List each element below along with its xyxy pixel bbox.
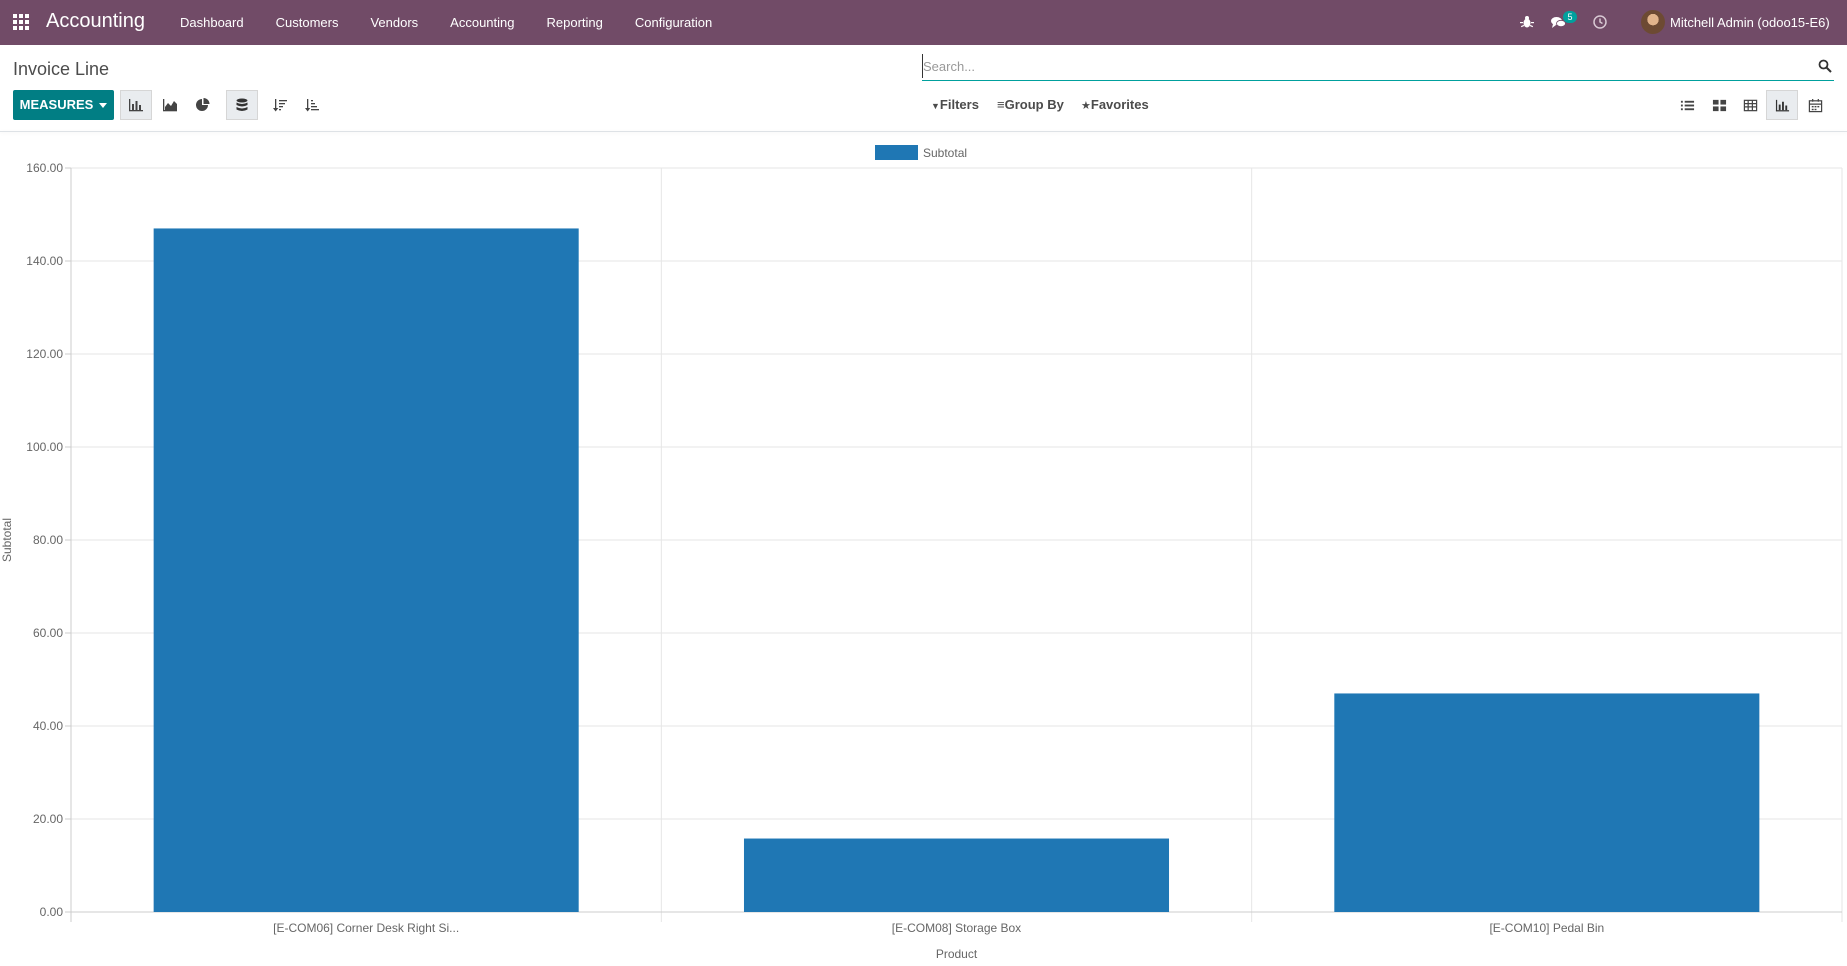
stacked-button[interactable] <box>226 90 258 120</box>
bar-1 <box>153 228 579 912</box>
measures-label: MEASURES <box>19 97 94 112</box>
menu-accounting[interactable]: Accounting <box>450 0 530 45</box>
main-menu: Dashboard Customers Vendors Accounting R… <box>180 0 744 45</box>
user-menu[interactable]: Mitchell Admin (odoo15-E6) <box>1670 15 1830 30</box>
apps-grid-icon[interactable] <box>12 13 30 31</box>
y-tick-label: 20.00 <box>33 812 63 826</box>
kanban-view-button[interactable] <box>1703 90 1735 120</box>
bug-icon[interactable] <box>1519 14 1535 30</box>
filter-icon: ▼ <box>931 101 940 111</box>
y-tick-label: 40.00 <box>33 719 63 733</box>
sort-descending-icon <box>273 99 287 112</box>
page-title: Invoice Line <box>13 59 110 79</box>
pivot-view-icon <box>1743 99 1757 111</box>
y-axis-title: Subtotal <box>0 518 14 562</box>
y-tick-label: 140.00 <box>26 254 63 268</box>
search-icon[interactable] <box>1818 59 1832 73</box>
favorites-dropdown[interactable]: ★Favorites <box>1081 97 1149 112</box>
x-tick-label: [E-COM08] Storage Box <box>892 921 1021 935</box>
measures-dropdown-button[interactable]: MEASURES <box>13 90 114 120</box>
pivot-view-button[interactable] <box>1734 90 1766 120</box>
top-navbar: Accounting Dashboard Customers Vendors A… <box>0 0 1847 45</box>
x-tick-label: [E-COM06] Corner Desk Right Si... <box>273 921 459 935</box>
menu-dashboard[interactable]: Dashboard <box>180 0 260 45</box>
bar-chart-icon <box>129 99 143 112</box>
kanban-view-icon <box>1712 99 1726 111</box>
legend-swatch <box>875 145 918 160</box>
favorites-label: Favorites <box>1090 97 1149 112</box>
legend-label: Subtotal <box>923 146 967 160</box>
menu-customers[interactable]: Customers <box>276 0 355 45</box>
line-chart-icon <box>163 99 177 112</box>
x-axis-title: Product <box>936 947 978 961</box>
bar-2 <box>743 838 1170 912</box>
menu-vendors[interactable]: Vendors <box>370 0 434 45</box>
y-tick-label: 0.00 <box>40 905 64 919</box>
stacked-icon <box>236 98 248 111</box>
graph-view-icon <box>1775 99 1789 111</box>
messages-badge: 5 <box>1563 11 1577 23</box>
star-icon: ★ <box>1081 100 1091 112</box>
sort-descending-button[interactable] <box>264 90 296 120</box>
y-tick-label: 120.00 <box>26 347 63 361</box>
pie-chart-button[interactable] <box>187 90 219 120</box>
search-bar <box>922 54 1834 81</box>
bar-chart: 0.00 20.00 40.00 60.00 80.00 100.00 120.00 140.… <box>0 145 1843 961</box>
app-brand[interactable]: Accounting <box>46 10 145 33</box>
user-avatar[interactable] <box>1641 10 1665 34</box>
groupby-label: Group By <box>1004 97 1064 112</box>
pie-chart-icon <box>196 98 210 111</box>
sort-ascending-icon <box>305 99 319 112</box>
clock-icon[interactable] <box>1592 14 1608 30</box>
filters-label: Filters <box>939 97 979 112</box>
menu-configuration[interactable]: Configuration <box>635 0 728 45</box>
calendar-view-icon <box>1808 98 1822 112</box>
list-view-button[interactable] <box>1671 90 1703 120</box>
bar-3 <box>1334 693 1760 912</box>
line-chart-button[interactable] <box>154 90 186 120</box>
y-tick-label: 80.00 <box>33 533 63 547</box>
x-tick-label: [E-COM10] Pedal Bin <box>1489 921 1604 935</box>
list-icon: ≡ <box>997 97 1005 112</box>
graph-view-button[interactable] <box>1766 90 1798 120</box>
caret-down-icon <box>99 103 108 109</box>
y-tick-label: 100.00 <box>26 440 63 454</box>
bar-chart-button[interactable] <box>120 90 152 120</box>
list-view-icon <box>1680 100 1694 110</box>
menu-reporting[interactable]: Reporting <box>547 0 619 45</box>
sort-ascending-button[interactable] <box>296 90 328 120</box>
filters-dropdown[interactable]: ▼Filters <box>931 97 979 112</box>
search-input[interactable] <box>922 54 1803 78</box>
groupby-dropdown[interactable]: ≡Group By <box>997 97 1064 112</box>
calendar-view-button[interactable] <box>1799 90 1831 120</box>
y-tick-label: 60.00 <box>33 626 63 640</box>
y-tick-label: 160.00 <box>26 161 63 175</box>
